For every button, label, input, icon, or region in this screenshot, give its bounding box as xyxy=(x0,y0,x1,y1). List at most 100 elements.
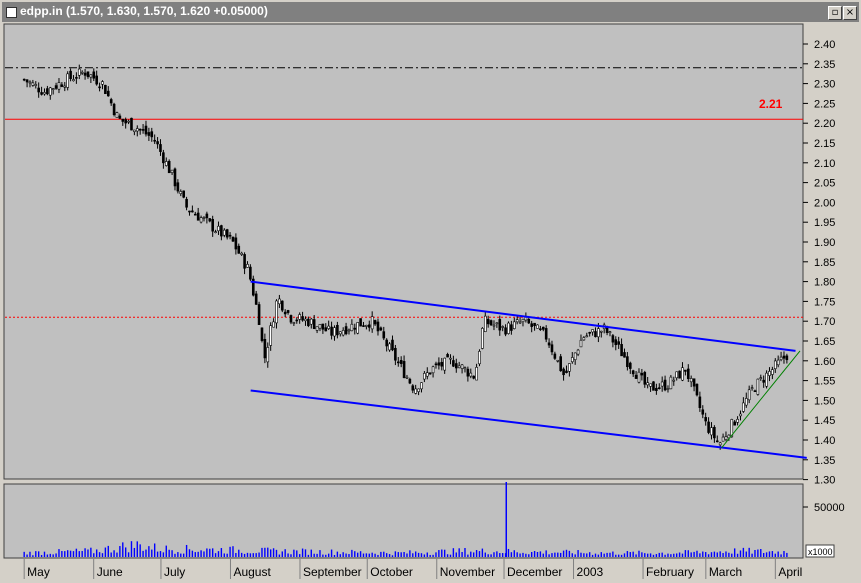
price-tick-label: 1.50 xyxy=(814,395,835,407)
candle-body xyxy=(89,74,93,78)
candle-body xyxy=(208,218,212,222)
price-tick-label: 2.35 xyxy=(814,59,835,71)
candle-body xyxy=(138,128,142,131)
candle-body xyxy=(385,339,388,347)
candle-body xyxy=(753,390,757,393)
candle-body xyxy=(176,182,180,192)
month-label: September xyxy=(303,565,362,579)
candle-body xyxy=(199,217,203,223)
candle-body xyxy=(655,387,658,391)
candle-body xyxy=(130,117,133,131)
month-label: August xyxy=(233,565,271,579)
candle-body xyxy=(533,322,536,327)
candle-body xyxy=(92,71,96,79)
candle-body xyxy=(597,328,600,338)
candle-body xyxy=(742,402,745,412)
candle-body xyxy=(170,169,174,173)
candle-body xyxy=(231,236,235,242)
candle-body xyxy=(54,85,58,89)
candle-body xyxy=(765,372,768,387)
candle-body xyxy=(101,81,104,85)
candle-body xyxy=(713,427,716,439)
candle-body xyxy=(51,88,55,90)
candle-body xyxy=(72,79,75,82)
candle-body xyxy=(362,325,365,327)
candle-body xyxy=(86,71,90,77)
candle-body xyxy=(510,324,513,331)
candle-body xyxy=(460,364,464,369)
candle-body xyxy=(275,300,278,324)
candle-body xyxy=(278,298,281,305)
price-tick-label: 2.25 xyxy=(814,98,835,110)
candle-body xyxy=(539,328,542,331)
candle-body xyxy=(179,191,183,194)
candle-body xyxy=(649,383,652,387)
candle-body xyxy=(608,331,612,334)
candle-body xyxy=(721,436,725,442)
price-tick-label: 1.90 xyxy=(814,237,835,249)
candle-body xyxy=(672,379,676,382)
month-label: November xyxy=(440,565,495,579)
price-tick-label: 2.05 xyxy=(814,178,835,190)
candle-body xyxy=(666,388,670,390)
candle-body xyxy=(541,326,545,330)
candle-body xyxy=(507,322,510,334)
price-tick-label: 1.70 xyxy=(814,316,835,328)
candle-body xyxy=(631,370,635,375)
candle-body xyxy=(492,324,496,327)
candle-body xyxy=(695,383,699,396)
candle-body xyxy=(318,324,322,329)
candle-body xyxy=(153,139,156,142)
price-y-axis: 2.40 2.35 2.30 2.25 2.20 2.15 2.10 2.05 2.00 1.95… xyxy=(803,39,835,487)
candle-body xyxy=(637,371,641,383)
candle-body xyxy=(144,125,148,135)
candle-body xyxy=(269,325,272,346)
candle-body xyxy=(481,328,484,349)
candle-body xyxy=(446,354,449,358)
candle-body xyxy=(225,229,229,238)
candle-body xyxy=(301,316,304,321)
candle-body xyxy=(211,218,214,232)
date-x-axis: May June July August September October Novembe… xyxy=(23,559,802,579)
candle-body xyxy=(336,324,339,336)
candle-body xyxy=(689,378,693,383)
candle-body xyxy=(280,300,284,311)
candle-body xyxy=(373,320,377,325)
candle-body xyxy=(234,237,238,250)
candle-body xyxy=(289,315,293,323)
candle-body xyxy=(228,234,232,237)
candle-body xyxy=(776,359,780,366)
candle-body xyxy=(678,370,681,379)
price-tick-label: 1.45 xyxy=(814,415,835,427)
price-tick-label: 1.55 xyxy=(814,376,835,388)
candle-body xyxy=(579,339,583,348)
candle-body xyxy=(69,70,72,79)
month-label: February xyxy=(646,565,694,579)
candle-body xyxy=(260,327,264,341)
candle-body xyxy=(504,327,507,335)
candle-body xyxy=(457,365,461,369)
candle-body xyxy=(527,318,531,324)
candle-body xyxy=(652,381,655,391)
candle-body xyxy=(150,131,154,138)
candle-body xyxy=(524,317,528,321)
candle-body xyxy=(124,119,127,124)
candle-body xyxy=(568,363,571,372)
month-label: July xyxy=(164,565,185,579)
candle-body xyxy=(643,372,647,385)
candle-body xyxy=(434,363,438,366)
candle-body xyxy=(454,363,458,369)
candle-body xyxy=(135,128,139,132)
candle-body xyxy=(736,419,739,423)
candle-body xyxy=(106,90,110,97)
candle-body xyxy=(599,330,603,333)
volume-tick-label: 50000 xyxy=(814,502,845,514)
candle-body xyxy=(266,347,270,363)
candle-body xyxy=(646,382,649,386)
candle-body xyxy=(565,370,568,373)
candle-body xyxy=(553,353,557,359)
candle-body xyxy=(350,323,354,332)
candle-body xyxy=(779,356,783,361)
candle-body xyxy=(733,421,736,426)
candle-body xyxy=(782,355,786,359)
